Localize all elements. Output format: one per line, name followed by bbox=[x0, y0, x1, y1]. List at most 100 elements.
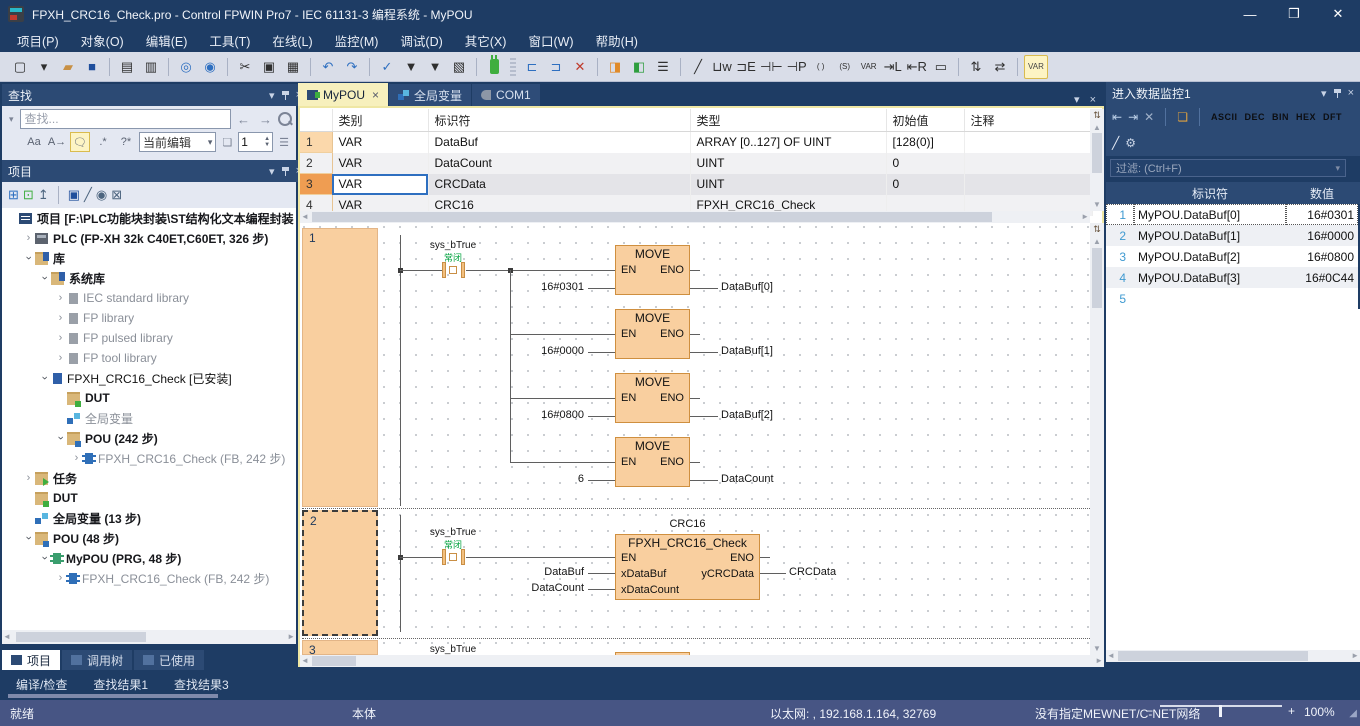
monitor-row[interactable]: 1MyPOU.DataBuf[0]16#0301 bbox=[1106, 204, 1358, 225]
tree-item[interactable]: 项目 [F:\PLC功能块封装\ST结构化文本编程封装 bbox=[2, 208, 296, 228]
monitor-cell-value[interactable]: 16#0000 bbox=[1286, 225, 1358, 246]
copy-icon[interactable]: ▣ bbox=[258, 56, 280, 78]
new-project-caret-icon[interactable]: ▾ bbox=[33, 56, 55, 78]
search-list-icon[interactable]: ☰ bbox=[276, 136, 292, 149]
format-button-DEC[interactable]: DEC bbox=[1244, 112, 1265, 122]
tree-item[interactable]: ›POU (48 步) bbox=[2, 528, 296, 548]
col-kind[interactable]: 类别 bbox=[332, 109, 428, 132]
cell-kind[interactable]: VAR bbox=[332, 132, 428, 153]
cell-comment[interactable] bbox=[964, 174, 1092, 195]
project-pin-icon[interactable] bbox=[282, 167, 289, 176]
variable-row[interactable]: 2VARDataCountUINT0 bbox=[300, 153, 1092, 174]
format-button-DFT[interactable]: DFT bbox=[1323, 112, 1342, 122]
monitor-col-value[interactable]: 数值 bbox=[1286, 185, 1358, 202]
edit-pencil-icon[interactable]: ╱ bbox=[1112, 136, 1119, 150]
cell-comment[interactable] bbox=[964, 132, 1092, 153]
monitor-row[interactable]: 2MyPOU.DataBuf[1]16#0000 bbox=[1106, 225, 1358, 246]
menu-工具(T)[interactable]: 工具(T) bbox=[198, 28, 261, 53]
cell-identifier[interactable]: DataCount bbox=[428, 153, 690, 174]
tree-item[interactable]: 全局变量 (13 步) bbox=[2, 508, 296, 528]
contact-tool-icon[interactable]: ⊣⊢ bbox=[759, 56, 784, 78]
message-strip-scrollthumb[interactable] bbox=[8, 694, 218, 698]
monitor-cell-identifier[interactable]: MyPOU.DataBuf[2] bbox=[1134, 246, 1286, 267]
menu-窗口(W)[interactable]: 窗口(W) bbox=[517, 28, 584, 53]
tab-MyPOU[interactable]: MyPOU× bbox=[298, 83, 388, 106]
project-menu-caret-icon[interactable]: ▾ bbox=[269, 165, 275, 178]
split-horizontal-icon[interactable]: ⇅ bbox=[965, 56, 987, 78]
ladder-splitter-button[interactable]: ⇅ bbox=[1090, 223, 1104, 237]
maximize-button[interactable]: ❒ bbox=[1272, 0, 1316, 28]
export-object-icon[interactable]: ↥ bbox=[38, 187, 49, 203]
cell-comment[interactable] bbox=[964, 153, 1092, 174]
input-var-tool-icon[interactable]: ⇥L bbox=[882, 56, 904, 78]
zoom-slider-thumb[interactable] bbox=[1219, 705, 1222, 717]
minimize-button[interactable]: — bbox=[1228, 0, 1272, 28]
insert-network-after-icon[interactable]: ⊐ bbox=[545, 56, 567, 78]
tree-expander-icon[interactable]: › bbox=[23, 252, 35, 265]
search-pin-icon[interactable] bbox=[282, 91, 289, 100]
compile-download-icon[interactable]: ▼ bbox=[400, 56, 422, 78]
new-project-icon[interactable]: ▢ bbox=[9, 56, 31, 78]
whole-word-button[interactable]: A→ bbox=[47, 132, 67, 152]
delete-network-icon[interactable]: ✕ bbox=[569, 56, 591, 78]
resize-grip-icon[interactable]: ◢ bbox=[1349, 708, 1357, 719]
tree-item[interactable]: ›PLC (FP-XH 32k C40ET,C60ET, 326 步) bbox=[2, 228, 296, 248]
online-mode-icon[interactable] bbox=[483, 56, 505, 78]
tree-item[interactable]: ›FPXH_CRC16_Check [已安装] bbox=[2, 368, 296, 388]
menu-编辑(E)[interactable]: 编辑(E) bbox=[135, 28, 199, 53]
search-go-icon[interactable] bbox=[278, 112, 292, 126]
tabbar-close-icon[interactable]: × bbox=[1090, 94, 1096, 106]
zoom-in-button[interactable]: + bbox=[1288, 704, 1295, 718]
ladder-editor[interactable]: 123sys_bTrue常闭MOVEENENO16#0301DataBuf[0]… bbox=[300, 223, 1090, 655]
tree-expander-icon[interactable]: › bbox=[54, 292, 67, 304]
monitor-cell-identifier[interactable]: MyPOU.DataBuf[1] bbox=[1134, 225, 1286, 246]
insert-network-before-icon[interactable]: ⊏ bbox=[521, 56, 543, 78]
zoom-out-button[interactable]: − bbox=[1146, 704, 1153, 718]
tree-item[interactable]: ›FP tool library bbox=[2, 348, 296, 368]
message-tab-查找结果1[interactable]: 查找结果1 bbox=[93, 676, 148, 693]
monitor-cell-value[interactable]: 16#0301 bbox=[1286, 204, 1358, 225]
menu-其它(X)[interactable]: 其它(X) bbox=[454, 28, 518, 53]
tree-item[interactable]: 全局变量 bbox=[2, 408, 296, 428]
dock-tab-已使用[interactable]: 已使用 bbox=[134, 650, 204, 670]
tree-item[interactable]: ›系统库 bbox=[2, 268, 296, 288]
tree-item[interactable]: ›FPXH_CRC16_Check (FB, 242 步) bbox=[2, 568, 296, 588]
variable-row[interactable]: 3VARCRCDataUINT0 bbox=[300, 174, 1092, 195]
redo-icon[interactable]: ↷ bbox=[341, 56, 363, 78]
contact-w-tool-icon[interactable]: ⊔w bbox=[711, 56, 733, 78]
dock-tab-项目[interactable]: 项目 bbox=[2, 650, 60, 670]
monitor-col-identifier[interactable]: 标识符 bbox=[1134, 185, 1286, 202]
search-scope-select[interactable]: 当前编辑▾ bbox=[139, 132, 216, 152]
tree-item[interactable]: ›FPXH_CRC16_Check (FB, 242 步) bbox=[2, 448, 296, 468]
cell-type[interactable]: UINT bbox=[690, 174, 886, 195]
network-margin[interactable]: 2 bbox=[302, 510, 378, 636]
monitor-pin-icon[interactable] bbox=[1334, 89, 1341, 98]
cell-type[interactable]: ARRAY [0..127] OF UINT bbox=[690, 132, 886, 153]
add-child-object-icon[interactable]: ⊡ bbox=[23, 187, 34, 203]
monitor-filter-input[interactable]: 过滤: (Ctrl+F) ▾ bbox=[1110, 159, 1346, 177]
align-icon[interactable]: ☰ bbox=[652, 56, 674, 78]
move-block[interactable]: MOVEENENO bbox=[615, 373, 690, 423]
tree-expander-icon[interactable]: › bbox=[54, 312, 67, 324]
delete-row-icon[interactable]: ✕ bbox=[1144, 110, 1154, 124]
monitor-row[interactable]: 3MyPOU.DataBuf[2]16#0800 bbox=[1106, 246, 1358, 267]
search-menu-caret-icon[interactable]: ▾ bbox=[269, 89, 275, 102]
fb-instance-icon[interactable]: ◧ bbox=[628, 56, 650, 78]
format-button-ASCII[interactable]: ASCII bbox=[1211, 112, 1238, 122]
cell-kind[interactable]: VAR bbox=[332, 174, 428, 195]
col-identifier[interactable]: 标识符 bbox=[428, 109, 690, 132]
print-preview-icon[interactable]: ▤ bbox=[116, 56, 138, 78]
open-project-icon[interactable]: ▰ bbox=[57, 56, 79, 78]
tree-expander-icon[interactable]: › bbox=[22, 472, 35, 484]
tree-expander-icon[interactable]: › bbox=[22, 232, 35, 244]
monitor-row[interactable]: 4MyPOU.DataBuf[3]16#0C44 bbox=[1106, 267, 1358, 288]
network-margin[interactable]: 3 bbox=[302, 640, 378, 655]
tree-expander-icon[interactable]: › bbox=[54, 352, 67, 364]
check-icon[interactable]: ✓ bbox=[376, 56, 398, 78]
new-item-icon[interactable]: ▣ bbox=[68, 187, 80, 203]
menu-调试(D)[interactable]: 调试(D) bbox=[389, 28, 453, 53]
cell-identifier[interactable]: DataBuf bbox=[428, 132, 690, 153]
project-tree-hscrollbar[interactable]: ◄ ► bbox=[2, 630, 296, 644]
insert-row-after-icon[interactable]: ⇥ bbox=[1128, 110, 1138, 124]
move-block[interactable]: MOVEENENO bbox=[615, 245, 690, 295]
